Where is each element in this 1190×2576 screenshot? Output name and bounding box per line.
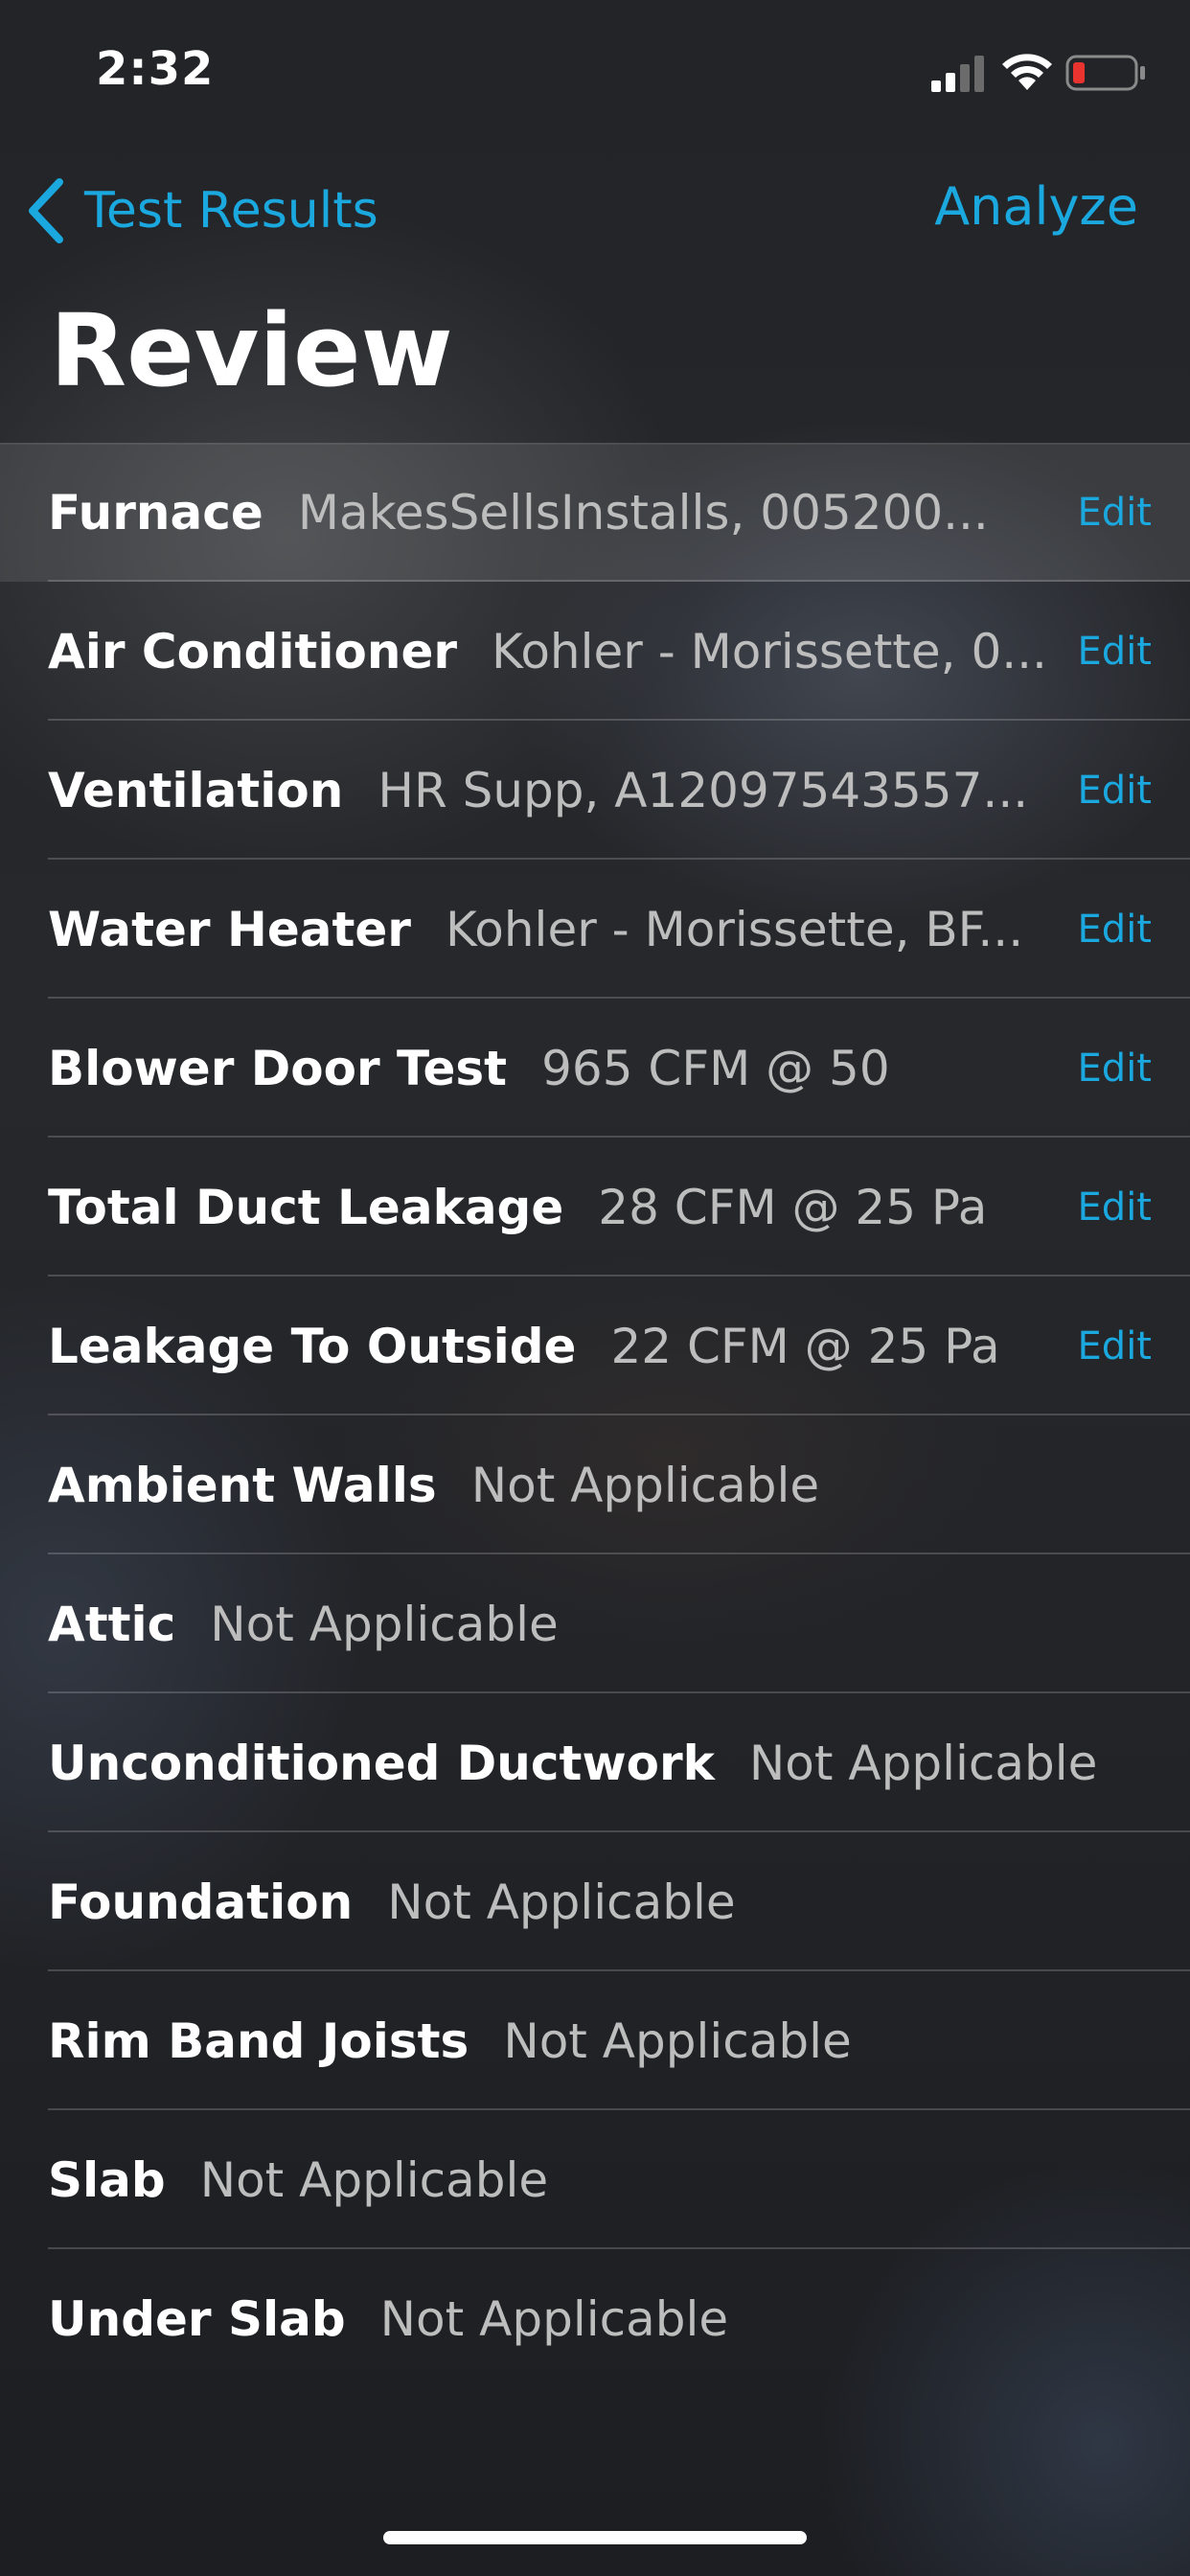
list-item-attic[interactable]: Attic Not Applicable: [0, 1554, 1190, 1693]
list-item-unconditioned-ductwork[interactable]: Unconditioned Ductwork Not Applicable: [0, 1693, 1190, 1832]
edit-button[interactable]: Edit: [1078, 860, 1152, 999]
row-value: Not Applicable: [199, 2151, 549, 2208]
row-title: Ambient Walls: [48, 1457, 437, 1513]
row-title: Air Conditioner: [48, 623, 458, 679]
edit-button[interactable]: Edit: [1078, 443, 1152, 582]
cellular-signal-icon: [931, 56, 984, 92]
row-title: Blower Door Test: [48, 1040, 508, 1096]
home-indicator[interactable]: [383, 2531, 807, 2544]
list-item-total-duct-leakage[interactable]: Total Duct Leakage 28 CFM @ 25 Pa Edit: [0, 1138, 1190, 1276]
row-value: Not Applicable: [387, 1874, 736, 1930]
row-value: Kohler - Morissette, BF...: [445, 901, 1024, 957]
row-value: 22 CFM @ 25 Pa: [610, 1318, 1000, 1374]
edit-button[interactable]: Edit: [1078, 999, 1152, 1138]
row-title: Under Slab: [48, 2290, 346, 2347]
row-title: Rim Band Joists: [48, 2012, 469, 2069]
chevron-left-icon: [29, 178, 63, 243]
review-list: Furnace MakesSellsInstalls, 005200... Ed…: [0, 443, 1190, 2388]
list-item-ambient-walls[interactable]: Ambient Walls Not Applicable: [0, 1415, 1190, 1554]
row-value: Not Applicable: [210, 1596, 559, 1652]
navigation-bar: Test Results Analyze: [0, 163, 1190, 259]
row-title: Water Heater: [48, 901, 411, 957]
list-item-slab[interactable]: Slab Not Applicable: [0, 2110, 1190, 2249]
row-title: Slab: [48, 2151, 166, 2208]
row-value: Not Applicable: [379, 2290, 729, 2347]
list-item-under-slab[interactable]: Under Slab Not Applicable: [0, 2249, 1190, 2388]
list-item-rim-band-joists[interactable]: Rim Band Joists Not Applicable: [0, 1971, 1190, 2110]
list-item-leakage-to-outside[interactable]: Leakage To Outside 22 CFM @ 25 Pa Edit: [0, 1276, 1190, 1415]
list-item-ventilation[interactable]: Ventilation HR Supp, A12097543557... Edi…: [0, 721, 1190, 860]
list-item-blower-door-test[interactable]: Blower Door Test 965 CFM @ 50 Edit: [0, 999, 1190, 1138]
row-title: Ventilation: [48, 762, 344, 818]
list-item-foundation[interactable]: Foundation Not Applicable: [0, 1832, 1190, 1971]
row-title: Leakage To Outside: [48, 1318, 577, 1374]
back-button[interactable]: Test Results: [25, 172, 378, 249]
list-item-furnace[interactable]: Furnace MakesSellsInstalls, 005200... Ed…: [0, 443, 1190, 582]
row-value: Not Applicable: [748, 1735, 1098, 1791]
list-item-air-conditioner[interactable]: Air Conditioner Kohler - Morissette, 0..…: [0, 582, 1190, 721]
row-value: Kohler - Morissette, 0...: [492, 623, 1047, 679]
row-title: Attic: [48, 1596, 176, 1652]
edit-button[interactable]: Edit: [1078, 1138, 1152, 1276]
page-title: Review: [50, 292, 453, 409]
row-title: Furnace: [48, 484, 263, 540]
back-button-label: Test Results: [84, 182, 378, 240]
row-title: Total Duct Leakage: [48, 1179, 564, 1235]
analyze-button[interactable]: Analyze: [934, 176, 1138, 237]
row-value: MakesSellsInstalls, 005200...: [297, 484, 989, 540]
edit-button[interactable]: Edit: [1078, 721, 1152, 860]
edit-button[interactable]: Edit: [1078, 1276, 1152, 1415]
status-bar: 2:32: [0, 0, 1190, 134]
row-title: Unconditioned Ductwork: [48, 1735, 715, 1791]
row-value: HR Supp, A12097543557...: [378, 762, 1029, 818]
row-value: 28 CFM @ 25 Pa: [598, 1179, 988, 1235]
edit-button[interactable]: Edit: [1078, 582, 1152, 721]
wifi-icon: [1002, 54, 1052, 90]
status-time: 2:32: [96, 42, 215, 96]
list-item-water-heater[interactable]: Water Heater Kohler - Morissette, BF... …: [0, 860, 1190, 999]
row-value: Not Applicable: [470, 1457, 820, 1513]
row-value: Not Applicable: [503, 2012, 852, 2069]
row-title: Foundation: [48, 1874, 354, 1930]
battery-low-icon: [1065, 55, 1145, 91]
row-value: 965 CFM @ 50: [541, 1040, 890, 1096]
